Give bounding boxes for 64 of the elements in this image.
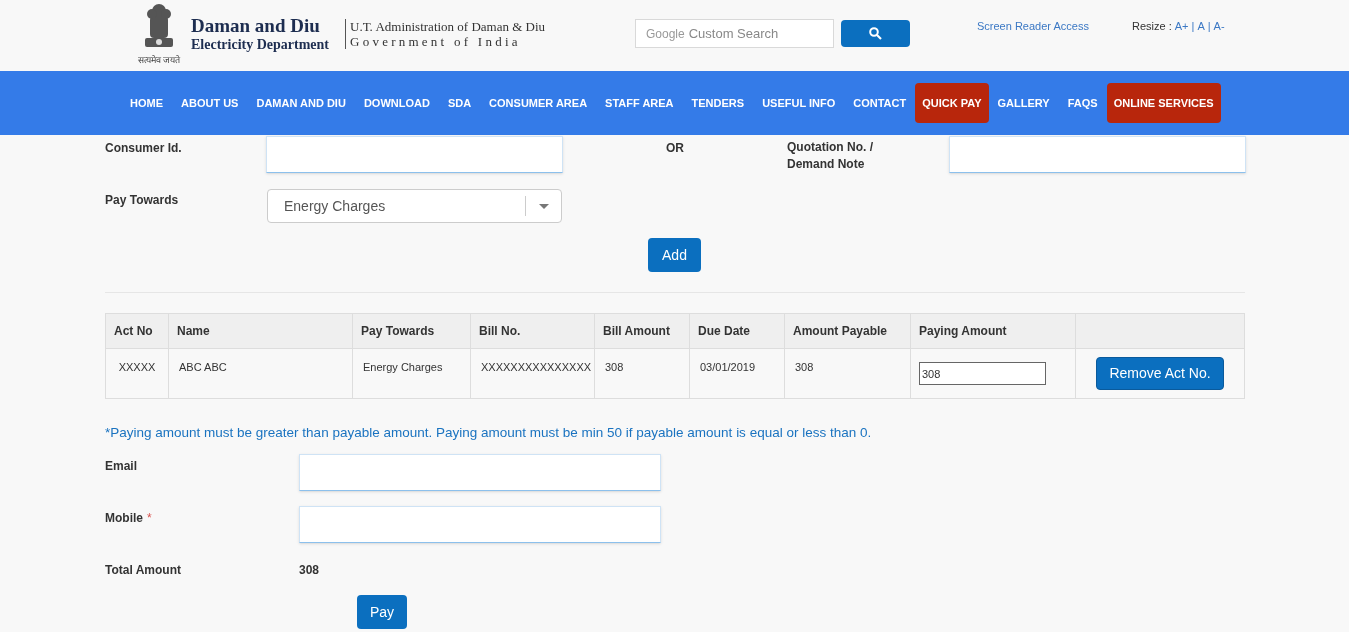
nav-link[interactable]: GALLERY xyxy=(988,94,1059,112)
column-header: Paying Amount xyxy=(910,313,1076,349)
nav-link[interactable]: ABOUT US xyxy=(172,94,248,112)
column-header: Name xyxy=(168,313,353,349)
add-button[interactable]: Add xyxy=(648,238,701,272)
search-button[interactable] xyxy=(841,20,910,47)
table-cell: 308 xyxy=(594,348,690,399)
column-header: Act No xyxy=(105,313,169,349)
nav-link[interactable]: USEFUL INFO xyxy=(753,94,845,112)
pay-towards-dropdown[interactable]: Energy Charges xyxy=(267,189,562,223)
field-label: Mobile xyxy=(105,510,143,528)
government-text: G o v e r n m e n t o f I n d i a xyxy=(350,33,519,49)
motto: सत्यमेव जयते xyxy=(137,56,181,65)
separator: | xyxy=(1191,19,1195,34)
column-header: Due Date xyxy=(689,313,785,349)
nav-link[interactable]: STAFF AREA xyxy=(596,94,683,112)
resize-label: Resize : xyxy=(1132,19,1172,34)
mobile-field[interactable] xyxy=(299,506,661,544)
field-label: Pay Towards xyxy=(105,192,179,209)
pay-button[interactable]: Pay xyxy=(357,595,407,630)
nav-link[interactable]: CONTACT xyxy=(844,94,916,112)
nav-link[interactable]: HOME xyxy=(121,94,172,112)
note-text: *Paying amount must be greater than payable amount. Paying amount must be min 50 if payable amount is equal or less than 0. xyxy=(105,424,873,442)
total-amount: 308 xyxy=(299,562,320,580)
administration-text: U.T. Administration of Daman & Diu xyxy=(350,18,546,34)
or-text: OR xyxy=(666,140,684,157)
email-field[interactable] xyxy=(299,454,661,492)
input-field[interactable] xyxy=(949,136,1246,173)
remove-button[interactable]: Remove Act No. xyxy=(1096,357,1224,390)
resize-link[interactable]: A- xyxy=(1213,18,1225,35)
nav-link[interactable]: DOWNLOAD xyxy=(354,94,439,112)
screen-reader-link[interactable]: Screen Reader Access xyxy=(977,18,1089,35)
table-cell: 03/01/2019 xyxy=(689,348,785,399)
search-field[interactable]: Google Custom Search xyxy=(635,19,834,48)
nav-link[interactable]: CONSUMER AREA xyxy=(480,94,597,112)
field-label: Email xyxy=(105,458,137,476)
table-cell: Energy Charges xyxy=(352,348,471,399)
resize-link[interactable]: A+ xyxy=(1174,18,1189,35)
required-mark: * xyxy=(147,510,152,528)
column-header: Bill No. xyxy=(470,313,595,349)
field-label: Quotation No. / Demand Note xyxy=(787,139,874,173)
input-field[interactable] xyxy=(266,136,563,173)
separator: | xyxy=(1207,19,1211,34)
nav-link[interactable]: DAMAN AND DIU xyxy=(247,94,355,112)
column-header: Amount Payable xyxy=(784,313,911,349)
table-cell: XXXXX xyxy=(105,348,169,399)
nav-link[interactable]: ONLINE SERVICES xyxy=(1106,83,1221,123)
site-title: Daman and Diu xyxy=(191,14,321,37)
table-cell: ABC ABC xyxy=(168,348,353,399)
nav-link[interactable]: QUICK PAY xyxy=(915,83,989,123)
nav-link[interactable]: SDA xyxy=(438,94,481,112)
resize-link[interactable]: A xyxy=(1197,18,1205,35)
caret-icon xyxy=(538,203,549,209)
table-cell: 308 xyxy=(784,348,911,399)
search-icon xyxy=(869,27,882,40)
column-header: Pay Towards xyxy=(352,313,471,349)
site-subtitle: Electricity Department xyxy=(191,36,329,53)
nav-link[interactable]: FAQS xyxy=(1058,94,1107,112)
field-label: Total Amount xyxy=(105,562,181,580)
nav-link[interactable]: TENDERS xyxy=(682,94,754,112)
table-cell: XXXXXXXXXXXXXXX xyxy=(470,348,595,399)
field-label: Consumer Id. xyxy=(105,140,182,157)
paying-amount-field[interactable]: 308 xyxy=(919,362,1046,385)
column-header: Bill Amount xyxy=(594,313,690,349)
